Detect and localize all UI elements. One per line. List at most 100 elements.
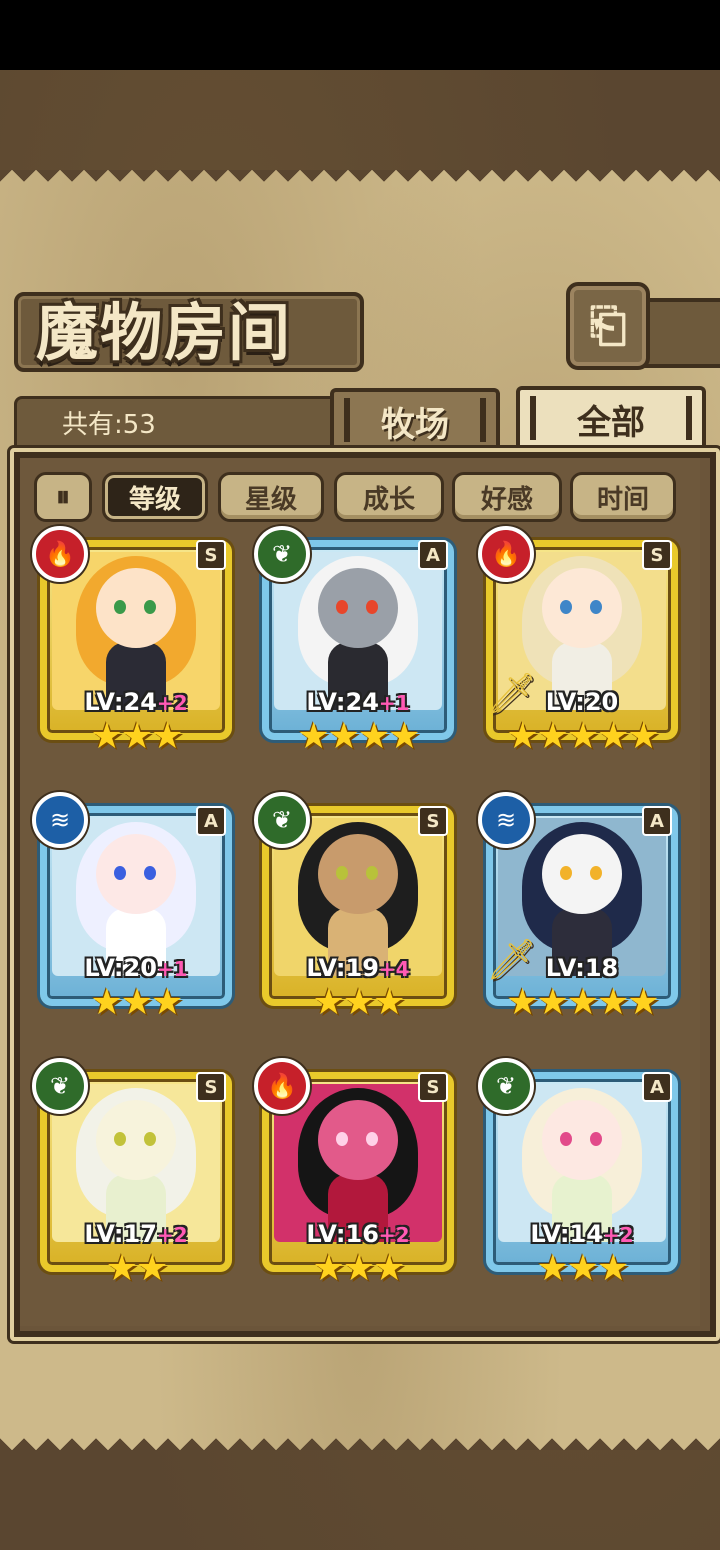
star-rating: ★★★ xyxy=(312,1248,406,1289)
sort-affection-button[interactable]: 好感 xyxy=(452,472,562,522)
monster-card[interactable]: A ❦ LV:24+1 ★★★★ xyxy=(254,526,458,757)
star-rating: ★★★★★ xyxy=(506,982,659,1023)
portrait-eye xyxy=(144,1132,156,1146)
portrait-face xyxy=(96,1100,176,1180)
portrait-face xyxy=(318,568,398,648)
level-label: LV:19+4 xyxy=(258,954,458,982)
sort-order-icon: ⏸ xyxy=(55,480,70,513)
rank-badge: S xyxy=(196,540,226,570)
star-rating: ★★★ xyxy=(90,716,184,757)
star-rating: ★★★ xyxy=(90,982,184,1023)
sort-level-button[interactable]: 等级 xyxy=(102,472,208,522)
level-label: LV:20 xyxy=(482,688,682,716)
sort-star-button[interactable]: 星级 xyxy=(218,472,324,522)
monster-count: 共有:53 xyxy=(62,410,156,440)
tab-ranch-label: 牧场 xyxy=(381,404,449,445)
portrait-face xyxy=(318,1100,398,1180)
portrait-face xyxy=(96,568,176,648)
sort-time-button[interactable]: 时间 xyxy=(570,472,676,522)
portrait-eye xyxy=(366,600,378,614)
portrait-eye xyxy=(144,866,156,880)
tab-post xyxy=(530,396,536,440)
level-bonus: +1 xyxy=(156,957,188,981)
rank-badge: S xyxy=(196,1072,226,1102)
sort-order-toggle-button[interactable]: ⏸ xyxy=(34,472,92,522)
monster-card[interactable]: A ❦ LV:14+2 ★★★ xyxy=(478,1058,682,1289)
torn-edge-top xyxy=(0,170,720,194)
level-label: LV:24+1 xyxy=(258,688,458,716)
leaf-icon: ❦ xyxy=(32,1058,88,1114)
torn-edge-bottom xyxy=(0,1426,720,1450)
monster-card[interactable]: A ≋ LV:20+1 ★★★ xyxy=(32,792,236,1023)
level-label: LV:17+2 xyxy=(36,1220,236,1248)
portrait-face xyxy=(542,1100,622,1180)
level-bonus: +1 xyxy=(378,691,410,715)
leaf-icon: ❦ xyxy=(254,526,310,582)
level-bonus: +4 xyxy=(378,957,410,981)
portrait-eye xyxy=(590,866,602,880)
star-rating: ★★★ xyxy=(312,982,406,1023)
rank-badge: A xyxy=(418,540,448,570)
portrait-eye xyxy=(590,1132,602,1146)
portrait-eye xyxy=(114,1132,126,1146)
leaf-icon: ❦ xyxy=(254,792,310,848)
portrait-eye xyxy=(336,600,348,614)
portrait-face xyxy=(542,568,622,648)
level-value: LV:18 xyxy=(545,954,619,982)
level-value: LV:20 xyxy=(545,688,619,716)
tab-post xyxy=(344,398,350,442)
tab-all[interactable]: 全部 xyxy=(516,386,706,448)
water-icon: ≋ xyxy=(32,792,88,848)
leaf-icon: ❦ xyxy=(478,1058,534,1114)
star-rating: ★★★★ xyxy=(297,716,420,757)
page-title: 魔物房间 xyxy=(36,296,293,369)
rank-badge: S xyxy=(418,806,448,836)
sort-label: 等级 xyxy=(128,484,181,515)
sort-growth-button[interactable]: 成长 xyxy=(334,472,444,522)
monster-card[interactable]: A ≋ 🗡 LV:18 ★★★★★ xyxy=(478,792,682,1023)
back-button[interactable]: ⎗ xyxy=(566,282,650,370)
portrait-eye xyxy=(114,600,126,614)
portrait-eye xyxy=(560,866,572,880)
tab-all-label: 全部 xyxy=(577,402,645,443)
rank-badge: S xyxy=(418,1072,448,1102)
water-icon: ≋ xyxy=(478,792,534,848)
level-label: LV:20+1 xyxy=(36,954,236,982)
monster-card[interactable]: S ❦ LV:19+4 ★★★ xyxy=(254,792,458,1023)
star-rating: ★★★ xyxy=(536,1248,630,1289)
level-bonus: +2 xyxy=(156,691,188,715)
sort-label: 时间 xyxy=(596,484,649,515)
rank-badge: S xyxy=(642,540,672,570)
monster-card[interactable]: S ❦ LV:17+2 ★★ xyxy=(32,1058,236,1289)
monster-card[interactable]: S 🔥 LV:24+2 ★★★ xyxy=(32,526,236,757)
tab-post xyxy=(480,398,486,442)
flame-icon: 🔥 xyxy=(254,1058,310,1114)
portrait-face xyxy=(318,834,398,914)
level-value: LV:20 xyxy=(84,954,157,982)
portrait-eye xyxy=(336,1132,348,1146)
tab-post xyxy=(686,396,692,440)
portrait-eye xyxy=(560,600,572,614)
monster-card[interactable]: S 🔥 🗡 LV:20 ★★★★★ xyxy=(478,526,682,757)
portrait-eye xyxy=(560,1132,572,1146)
level-label: LV:14+2 xyxy=(482,1220,682,1248)
level-value: LV:24 xyxy=(306,688,379,716)
portrait-eye xyxy=(590,600,602,614)
portrait-eye xyxy=(336,866,348,880)
monster-card[interactable]: S 🔥 LV:16+2 ★★★ xyxy=(254,1058,458,1289)
level-value: LV:17 xyxy=(84,1220,157,1248)
flame-icon: 🔥 xyxy=(478,526,534,582)
rank-badge: A xyxy=(642,806,672,836)
portrait-eye xyxy=(366,1132,378,1146)
level-label: LV:16+2 xyxy=(258,1220,458,1248)
back-arrow-icon: ⎗ xyxy=(589,298,627,352)
portrait-eye xyxy=(366,866,378,880)
level-value: LV:24 xyxy=(84,688,157,716)
sort-label: 星级 xyxy=(244,484,297,515)
level-bonus: +2 xyxy=(156,1223,188,1247)
level-bonus: +2 xyxy=(378,1223,410,1247)
level-value: LV:14 xyxy=(530,1220,603,1248)
sort-label: 好感 xyxy=(480,484,533,515)
tab-ranch[interactable]: 牧场 xyxy=(330,388,500,450)
level-value: LV:16 xyxy=(306,1220,379,1248)
